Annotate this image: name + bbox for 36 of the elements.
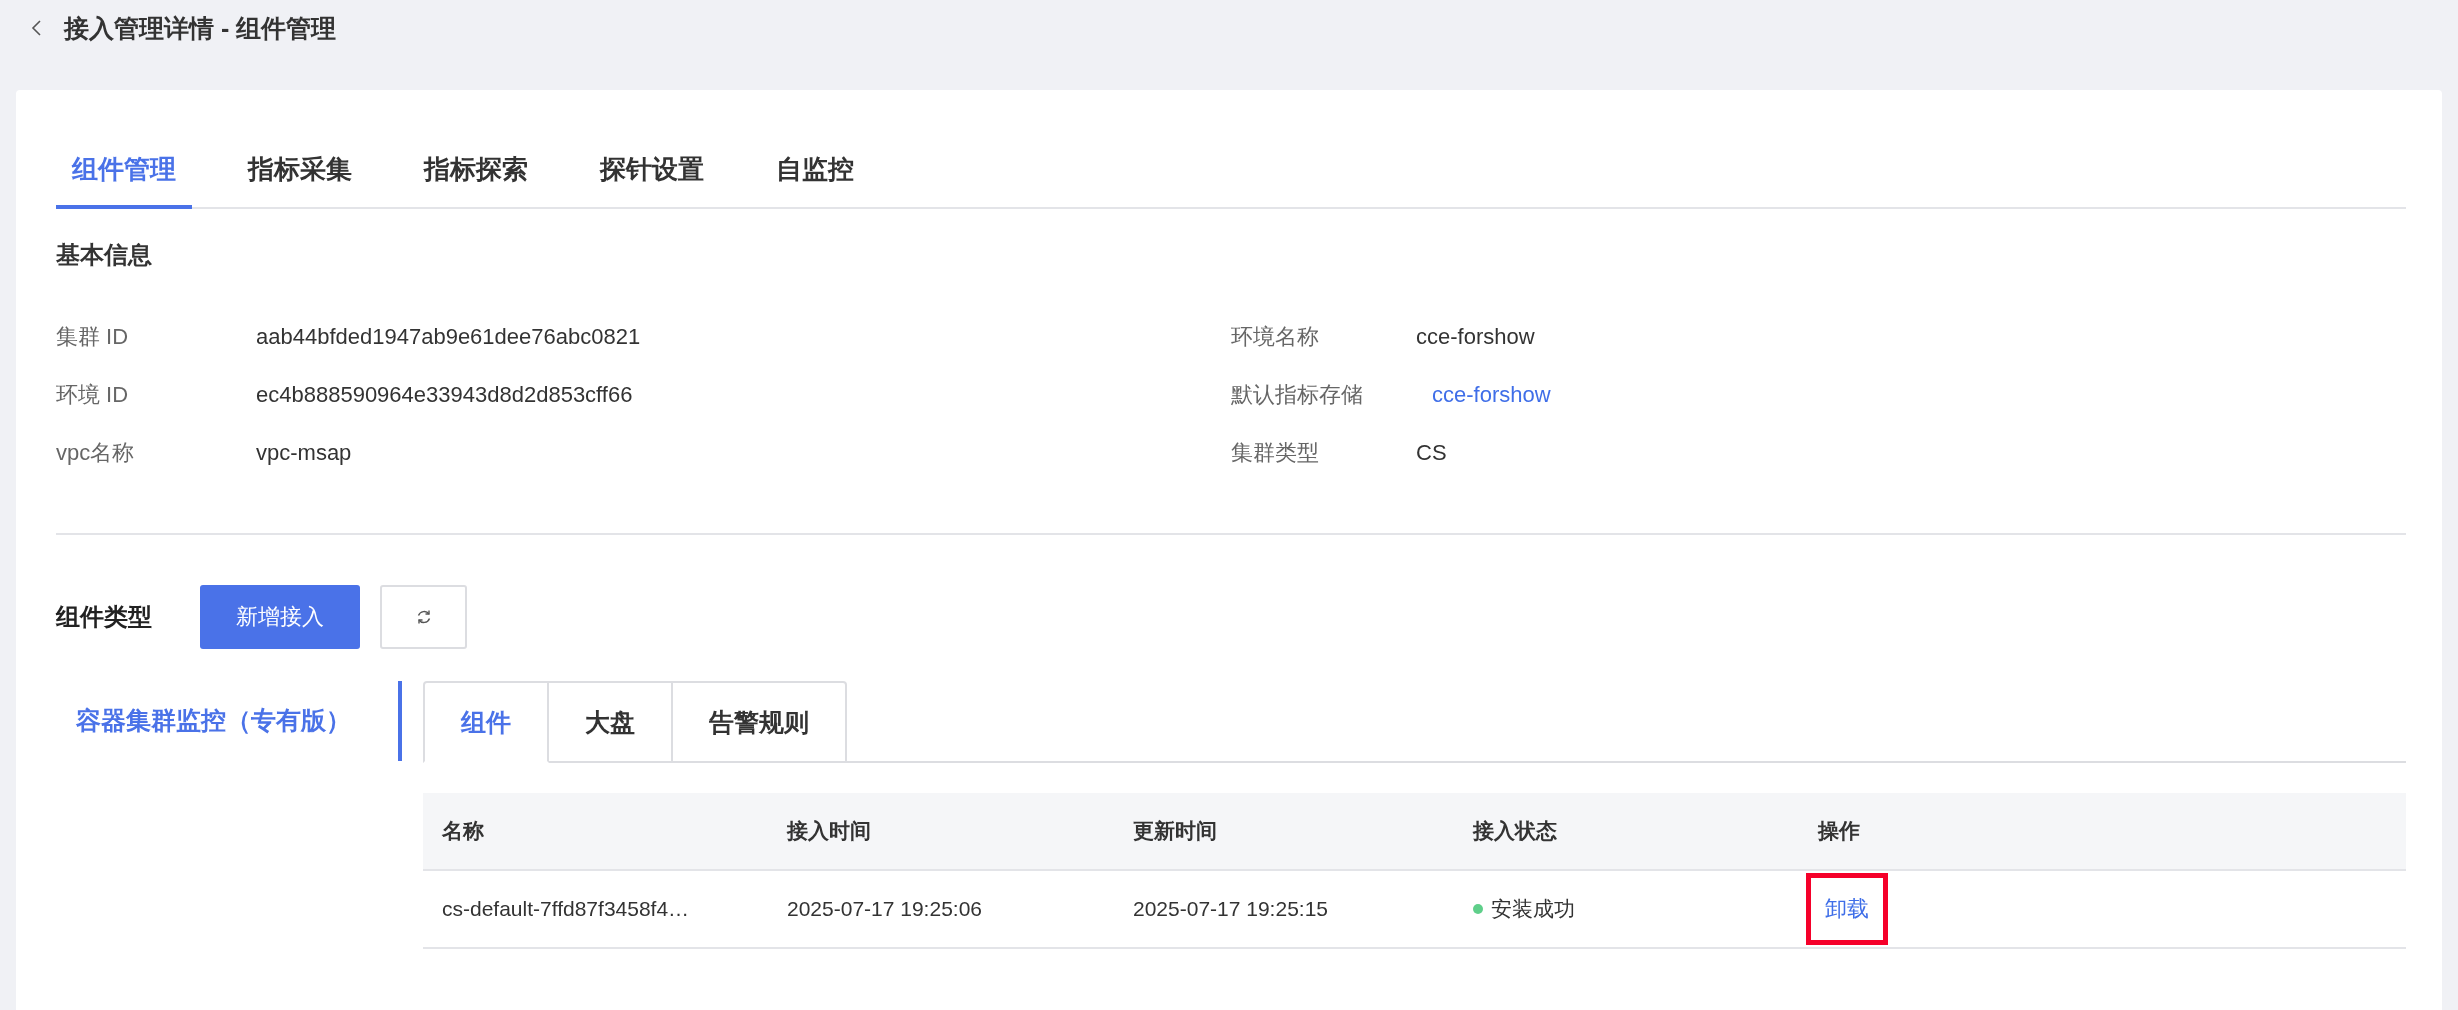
section-title: 组件类型 (56, 602, 153, 632)
field-label: vpc名称 (56, 439, 136, 467)
table-cell-text: 2025-07-17 19:25:06 (786, 897, 983, 921)
page-title: 接入管理详情 - 组件管理 (64, 12, 337, 44)
field-label: 集群类型 (1231, 439, 1320, 467)
column-header: 名称 (441, 818, 485, 844)
field-label: 集群 ID (56, 323, 130, 351)
field-value: cce-forshow (1416, 323, 1535, 351)
tab[interactable]: 自监控 (760, 138, 870, 209)
field-value: CS (1416, 439, 1447, 467)
uninstall-link[interactable]: 卸载 (1806, 873, 1888, 945)
tab[interactable]: 组件 (423, 681, 549, 763)
side-tab[interactable]: 容器集群监控（专有版） (56, 681, 402, 761)
tab[interactable]: 组件管理 (56, 138, 192, 209)
add-access-button[interactable]: 新增接入 (200, 585, 360, 649)
tab[interactable]: 探针设置 (584, 138, 720, 209)
field-value: ec4b888590964e33943d8d2d853cff66 (256, 381, 633, 409)
tab[interactable]: 指标探索 (408, 138, 544, 209)
tab[interactable]: 大盘 (549, 681, 673, 763)
field-label: 环境名称 (1231, 323, 1320, 351)
column-header: 更新时间 (1132, 818, 1218, 844)
status-text: 安装成功 (1491, 896, 1575, 922)
field-label: 默认指标存储 (1231, 381, 1364, 409)
storage-link[interactable]: cce-forshow (1432, 381, 1551, 409)
table-cell-text: cs-default-7ffd87f3458f4… (441, 897, 691, 921)
field-value: vpc-msap (256, 439, 352, 467)
column-header: 接入状态 (1471, 818, 1558, 844)
column-header: 接入时间 (785, 818, 872, 844)
table-cell-text: 2025-07-17 19:25:15 (1132, 897, 1329, 921)
tab[interactable]: 指标采集 (232, 138, 368, 209)
field-value: aab44bfded1947ab9e61dee76abc0821 (256, 323, 641, 351)
back-icon[interactable] (30, 19, 42, 37)
column-header: 操作 (1816, 818, 1861, 844)
tab[interactable]: 告警规则 (673, 681, 847, 763)
section-title: 基本信息 (56, 240, 153, 270)
field-label: 环境 ID (56, 381, 130, 409)
